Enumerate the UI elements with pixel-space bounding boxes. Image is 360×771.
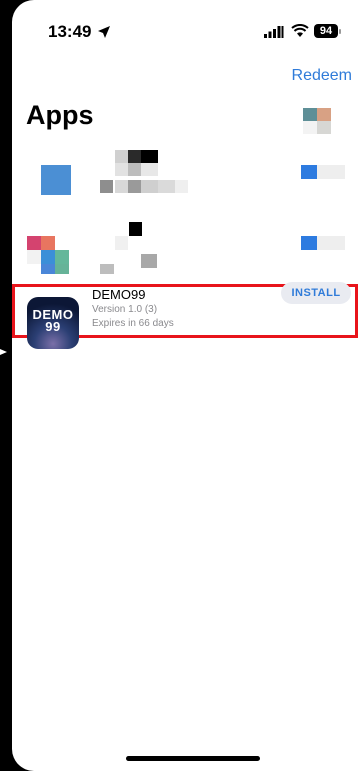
wifi-icon (291, 24, 309, 37)
phone-screen: 13:49 94 Redeem Apps DEMO 99 DEMO99 Vers… (12, 0, 360, 771)
page-title: Apps (26, 100, 94, 130)
redacted-app-icon (41, 165, 71, 195)
battery-nub (339, 29, 341, 34)
install-button[interactable]: INSTALL (281, 282, 351, 304)
status-time: 13:49 (48, 22, 92, 41)
app-name: DEMO99 (92, 287, 146, 302)
location-arrow-icon (98, 26, 110, 38)
app-expiry: Expires in 66 days (92, 318, 174, 329)
pointer-arrow-icon (0, 349, 7, 355)
demo99-app-icon: DEMO 99 (27, 297, 79, 349)
status-bar: 13:49 94 (12, 0, 360, 54)
cellular-signal-icon (264, 26, 284, 38)
redeem-button[interactable]: Redeem (292, 67, 352, 85)
redacted-action-button[interactable] (301, 165, 317, 179)
app-version: Version 1.0 (3) (92, 304, 158, 315)
home-indicator[interactable] (126, 756, 260, 761)
app-icon-label: DEMO 99 (32, 307, 74, 334)
redacted-action-button-2[interactable] (301, 236, 317, 250)
battery-icon: 94 (314, 24, 338, 38)
